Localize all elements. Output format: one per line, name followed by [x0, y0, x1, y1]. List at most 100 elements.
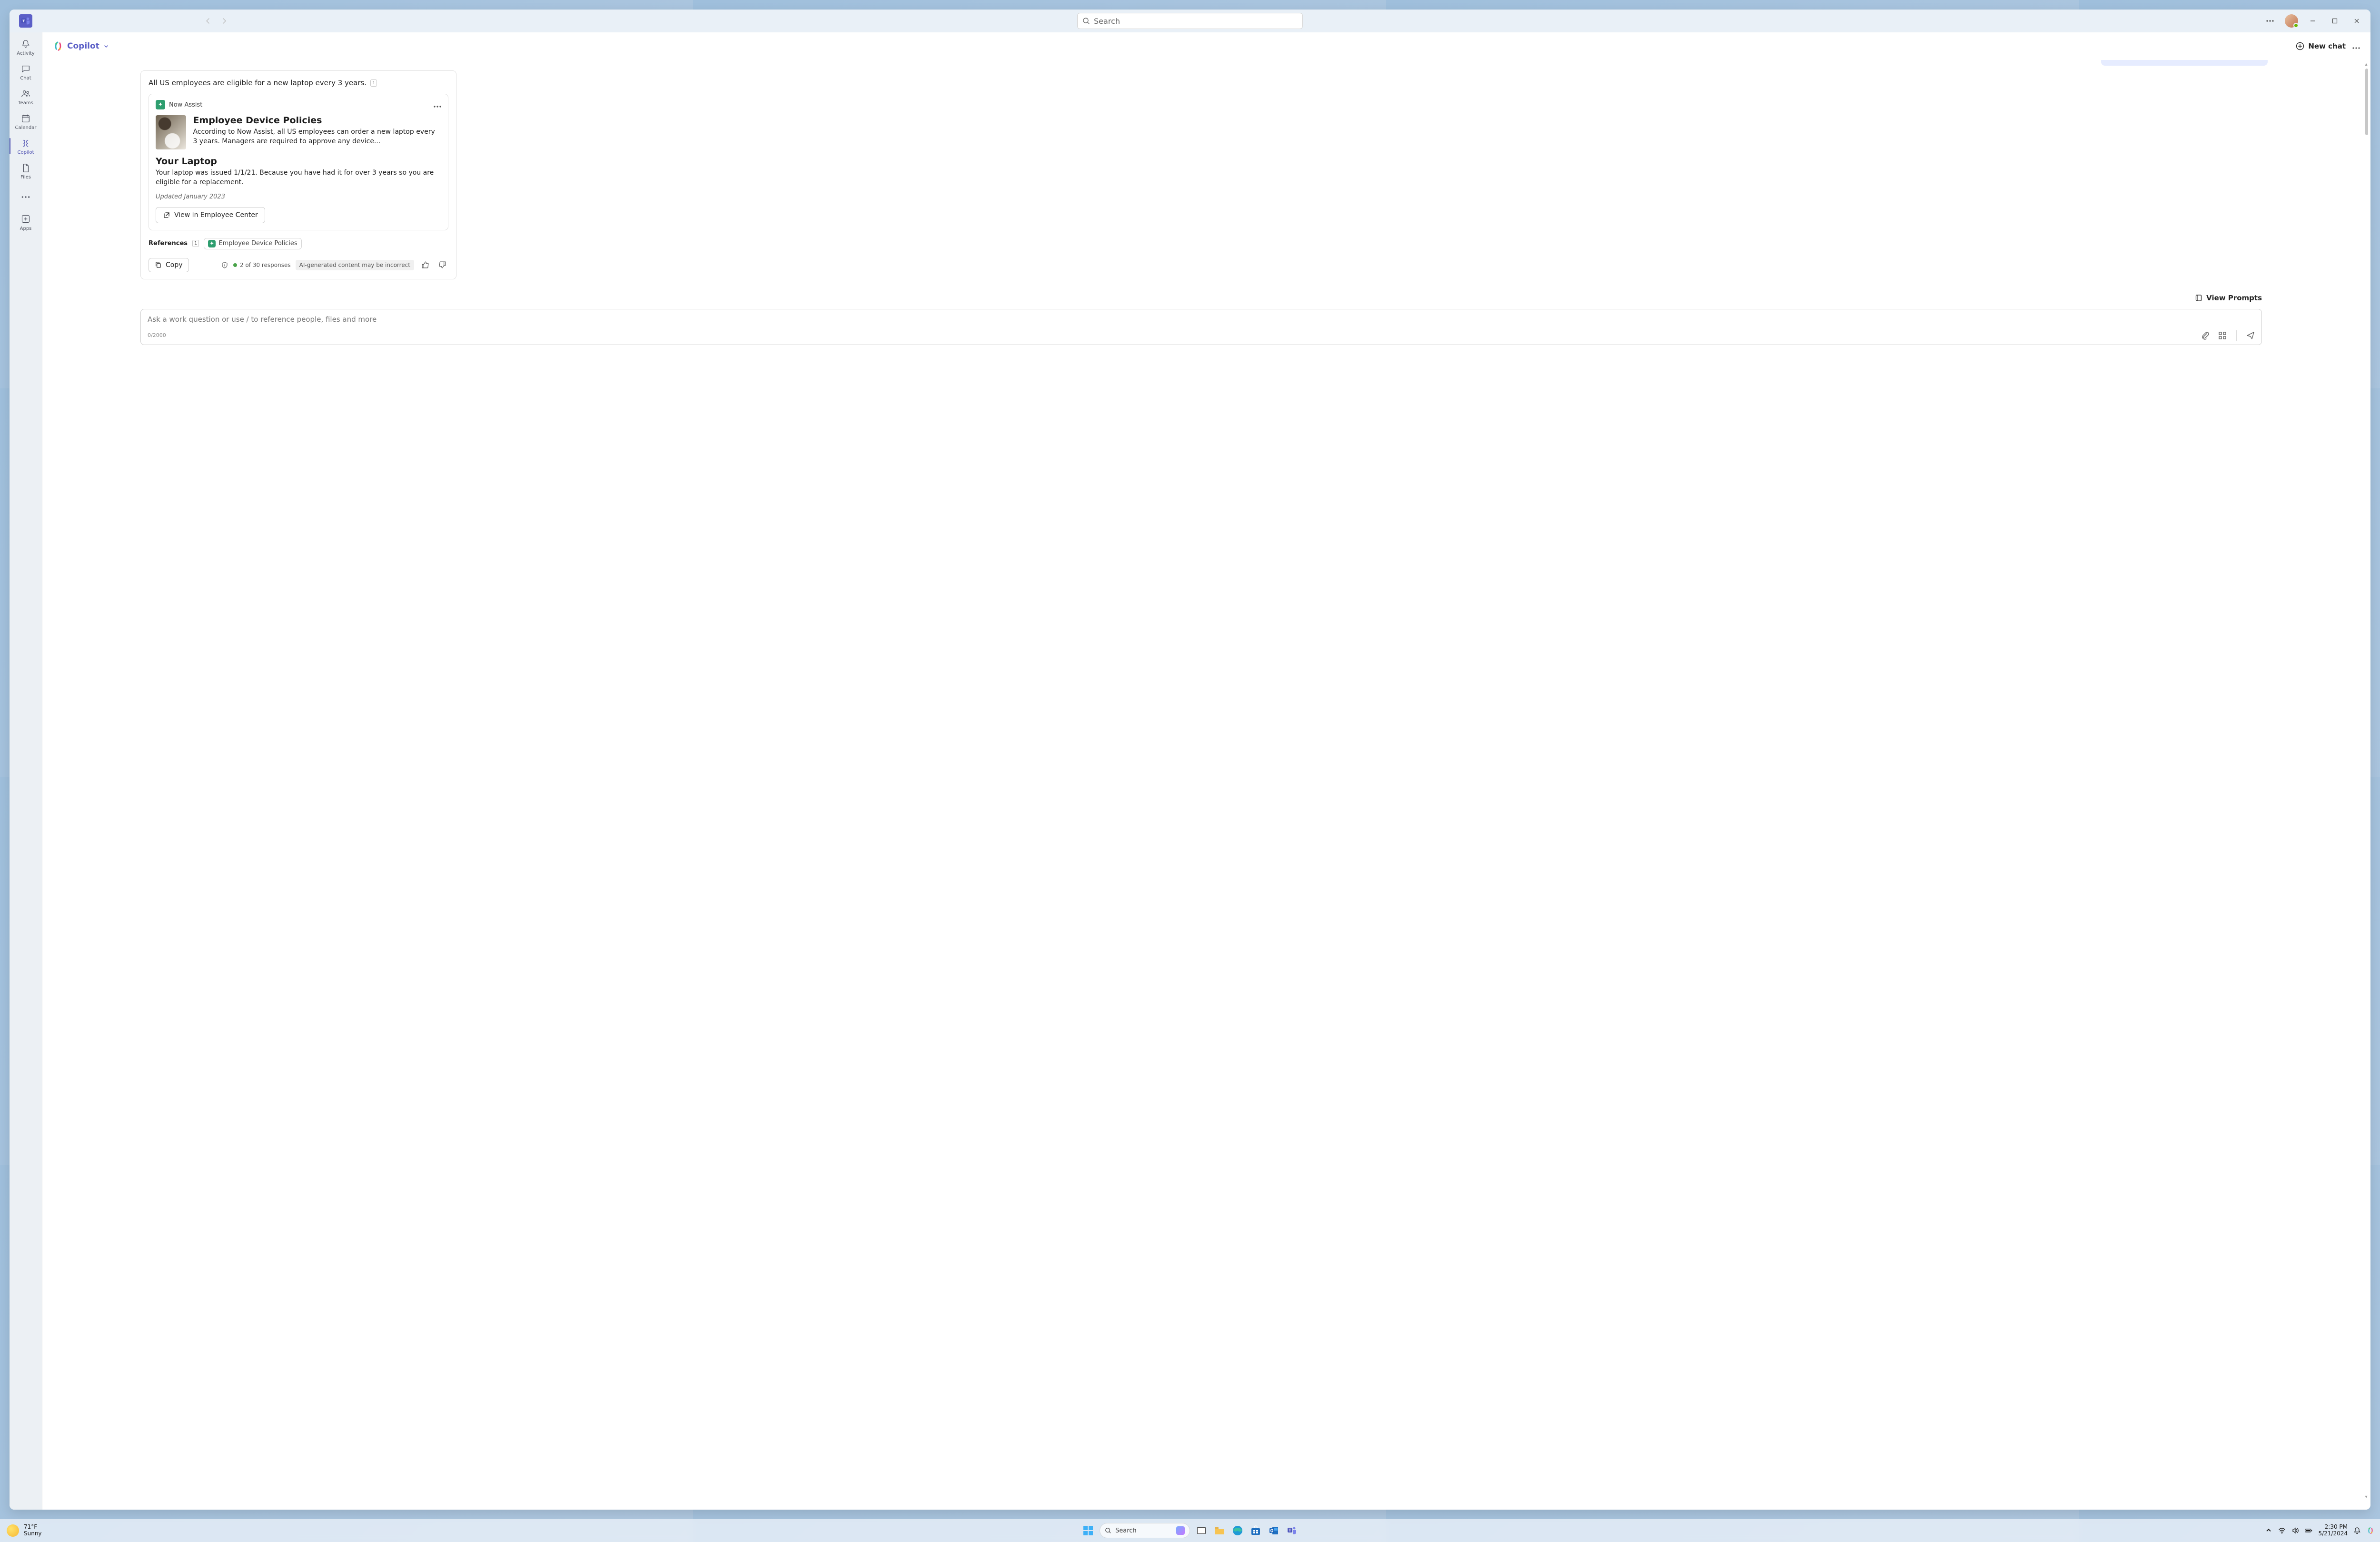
- privacy-shield-icon[interactable]: [221, 261, 228, 269]
- rail-files[interactable]: Files: [10, 159, 42, 183]
- composer[interactable]: Ask a work question or use / to referenc…: [140, 309, 2262, 345]
- main-pane: Copilot New chat All US employees are el…: [42, 32, 2370, 1510]
- rail-label: Teams: [18, 100, 33, 106]
- now-assist-icon: [156, 100, 165, 109]
- forward-button[interactable]: [216, 13, 232, 29]
- taskbar-search[interactable]: Search: [1100, 1523, 1190, 1538]
- rail-label: Copilot: [17, 150, 34, 155]
- search-input[interactable]: Search: [1077, 13, 1303, 29]
- taskbar-clock[interactable]: 2:30 PM 5/21/2024: [2318, 1524, 2348, 1537]
- people-icon: [20, 89, 31, 99]
- references-label: References: [149, 240, 188, 247]
- divider: [2236, 330, 2237, 341]
- char-count: 0/2000: [148, 332, 166, 338]
- response-card: All US employees are eligible for a new …: [140, 70, 456, 279]
- thumbs-up-button[interactable]: [419, 259, 431, 271]
- apps-icon: [21, 214, 30, 224]
- back-button[interactable]: [200, 13, 216, 29]
- response-count: 2 of 30 responses: [233, 262, 291, 268]
- copilot-logo-icon: [53, 41, 63, 51]
- scrollbar[interactable]: ▴ ▾: [2363, 61, 2370, 1500]
- rail-activity[interactable]: Activity: [10, 35, 42, 59]
- start-button[interactable]: [1081, 1524, 1095, 1537]
- status-dot-icon: [233, 263, 237, 267]
- titlebar: T Search: [10, 10, 2370, 32]
- avatar[interactable]: [2285, 14, 2298, 28]
- maximize-button[interactable]: [2325, 11, 2345, 31]
- file-icon: [20, 163, 31, 173]
- nav-arrows: [200, 13, 232, 29]
- policy-body: According to Now Assist, all US employee…: [193, 128, 441, 147]
- weather-condition: Sunny: [24, 1531, 42, 1537]
- weather-temp: 71°F: [24, 1524, 42, 1531]
- scrollbar-thumb[interactable]: [2365, 69, 2368, 135]
- rail-label: Chat: [20, 76, 31, 81]
- attach-icon[interactable]: [2201, 331, 2210, 340]
- svg-text:T: T: [1289, 1528, 1291, 1532]
- view-employee-center-button[interactable]: View in Employee Center: [156, 207, 265, 223]
- prompts-icon: [2195, 294, 2202, 302]
- rail-label: Apps: [20, 226, 32, 231]
- taskbar-search-placeholder: Search: [1115, 1527, 1137, 1534]
- calendar-icon: [20, 113, 31, 124]
- copy-icon: [155, 261, 162, 268]
- composer-placeholder: Ask a work question or use / to referenc…: [148, 315, 2255, 324]
- scroll-down-icon[interactable]: ▾: [2363, 1493, 2370, 1500]
- battery-icon[interactable]: [2305, 1527, 2312, 1534]
- thumbs-down-button[interactable]: [436, 259, 448, 271]
- chat-icon: [20, 64, 31, 74]
- close-button[interactable]: [2347, 11, 2367, 31]
- windows-taskbar: 71°F Sunny Search T 2:30 PM 5/21/2024: [0, 1519, 2380, 1542]
- presence-available-icon: [2293, 23, 2299, 28]
- chat-scroll[interactable]: All US employees are eligible for a new …: [42, 60, 2370, 1510]
- user-message-edge: [2101, 60, 2268, 66]
- source-more-button[interactable]: [434, 100, 441, 109]
- settings-more-button[interactable]: [2260, 11, 2280, 31]
- rail-more[interactable]: [10, 188, 42, 205]
- svg-text:T: T: [22, 19, 25, 23]
- store-button[interactable]: [1249, 1524, 1262, 1537]
- policy-title: Employee Device Policies: [193, 115, 441, 126]
- outlook-button[interactable]: [1267, 1524, 1280, 1537]
- more-icon: [21, 192, 30, 202]
- view-prompts-button[interactable]: View Prompts: [42, 294, 2262, 302]
- wifi-icon[interactable]: [2278, 1527, 2286, 1534]
- policy-thumbnail: [156, 115, 186, 149]
- reference-chip-label: Employee Device Policies: [218, 240, 297, 247]
- rail-calendar[interactable]: Calendar: [10, 109, 42, 133]
- copy-button[interactable]: Copy: [149, 258, 189, 272]
- copilot-taskbar-icon[interactable]: [2367, 1527, 2374, 1534]
- volume-icon[interactable]: [2291, 1527, 2299, 1534]
- file-explorer-button[interactable]: [1213, 1524, 1226, 1537]
- main-header: Copilot New chat: [42, 32, 2370, 60]
- search-placeholder: Search: [1094, 17, 1120, 26]
- reference-chip[interactable]: Employee Device Policies: [204, 238, 301, 249]
- minimize-button[interactable]: [2303, 11, 2323, 31]
- scroll-up-icon[interactable]: ▴: [2363, 61, 2370, 68]
- apps-grid-icon[interactable]: [2218, 331, 2227, 340]
- chat-more-button[interactable]: [2352, 42, 2360, 51]
- edge-button[interactable]: [1231, 1524, 1244, 1537]
- teams-button[interactable]: T: [1285, 1524, 1299, 1537]
- overflow-chevron-icon[interactable]: [2265, 1527, 2272, 1534]
- new-chat-button[interactable]: New chat: [2296, 42, 2346, 50]
- laptop-body: Your laptop was issued 1/1/21. Because y…: [156, 168, 441, 188]
- source-card: Now Assist Employee Device Policies Acco…: [149, 94, 448, 230]
- rail-apps[interactable]: Apps: [10, 210, 42, 234]
- new-chat-icon: [2296, 42, 2304, 50]
- rail-chat[interactable]: Chat: [10, 60, 42, 84]
- search-icon: [1082, 17, 1090, 25]
- app-rail: Activity Chat Teams Calendar Copilot Fil…: [10, 32, 42, 1510]
- copilot-brand[interactable]: Copilot: [53, 41, 109, 51]
- windows-icon: [1083, 1525, 1093, 1536]
- updated-stamp: Updated January 2023: [156, 193, 441, 200]
- rail-copilot[interactable]: Copilot: [10, 134, 42, 158]
- notifications-icon[interactable]: [2353, 1527, 2361, 1534]
- rail-label: Files: [20, 175, 31, 180]
- view-prompts-label: View Prompts: [2206, 294, 2262, 302]
- rail-teams[interactable]: Teams: [10, 85, 42, 109]
- taskbar-weather[interactable]: 71°F Sunny: [7, 1524, 42, 1537]
- task-view-button[interactable]: [1195, 1524, 1208, 1537]
- send-icon[interactable]: [2246, 331, 2255, 340]
- citation-badge[interactable]: 1: [370, 79, 377, 87]
